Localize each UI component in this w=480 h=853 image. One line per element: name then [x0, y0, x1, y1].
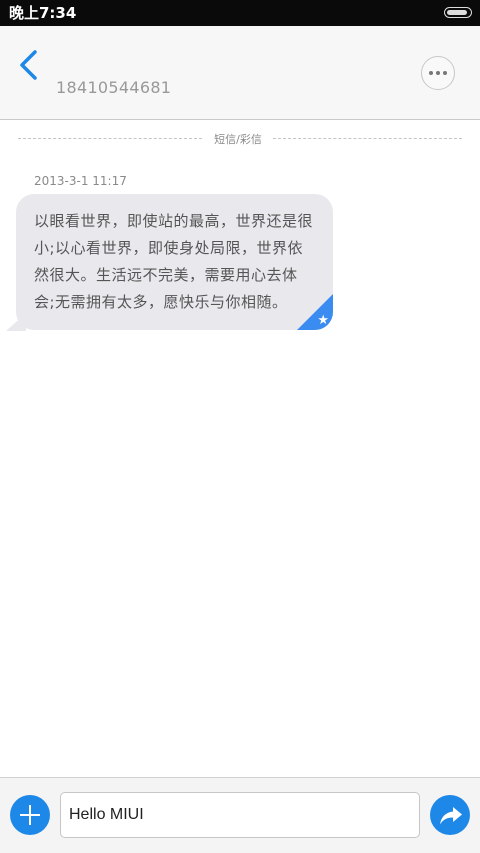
conversation-header: 信信 18410544681 [0, 26, 480, 120]
composer-bar [0, 777, 480, 853]
send-icon [440, 807, 462, 825]
send-button[interactable] [430, 795, 470, 835]
battery-icon [444, 7, 472, 18]
divider-label: 短信/彩信 [214, 133, 262, 146]
contact-name: 信信 [56, 54, 95, 76]
message-text: 以眼看世界，即使站的最高，世界还是很小;以心看世界，即使身处局限，世界依然很大。… [34, 212, 314, 311]
divider-line-right [273, 138, 462, 139]
message-bubble[interactable]: 以眼看世界，即使站的最高，世界还是很小;以心看世界，即使身处局限，世界依然很大。… [16, 194, 333, 330]
message-timestamp: 2013-3-1 11:17 [34, 174, 127, 188]
add-attachment-button[interactable] [10, 795, 50, 835]
status-bar: 晚上7:34 [0, 0, 480, 26]
more-dots-icon [429, 71, 433, 75]
status-time: 晚上7:34 [9, 4, 77, 22]
star-icon: ★ [317, 313, 329, 328]
chevron-left-icon [20, 50, 37, 80]
message-input[interactable] [60, 792, 420, 838]
message-type-divider: 短信/彩信 [18, 132, 462, 146]
battery-fill [447, 10, 467, 15]
contact-number: 18410544681 [56, 78, 172, 97]
back-button[interactable] [14, 48, 46, 82]
divider-line-left [18, 138, 202, 139]
more-options-button[interactable] [421, 56, 455, 90]
